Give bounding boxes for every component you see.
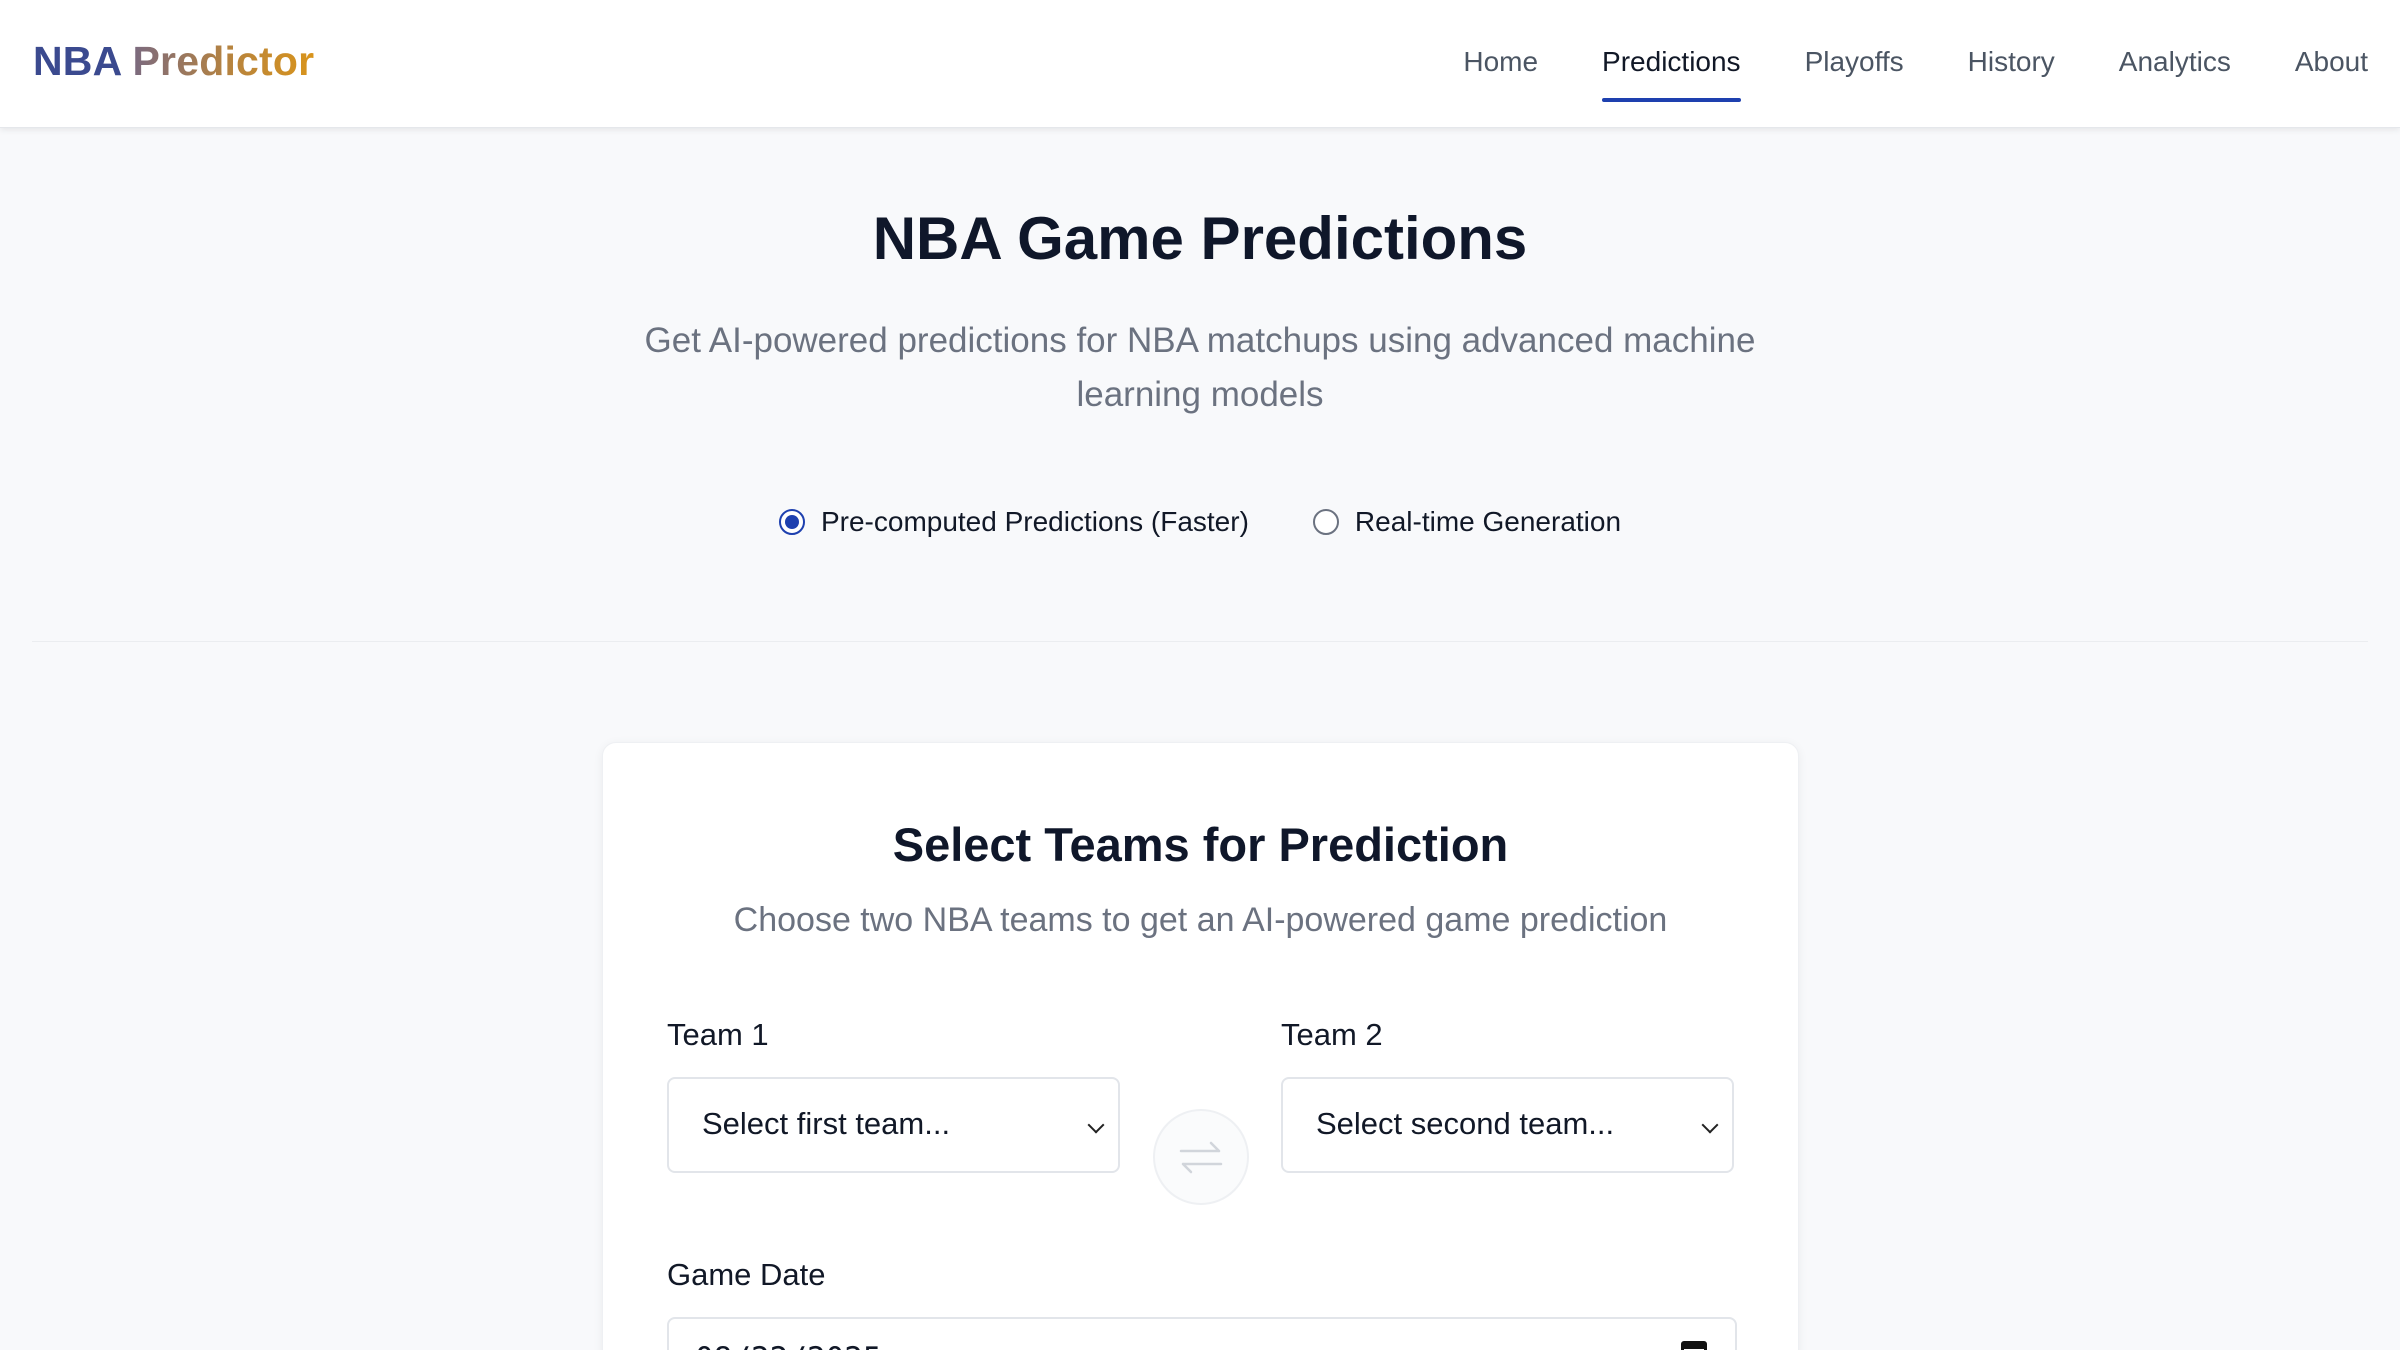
precomputed-radio-label: Pre-computed Predictions (Faster) (820, 506, 1249, 537)
realtime-radio-label: Real-time Generation (1354, 506, 1622, 537)
nav-item-about[interactable]: About (2295, 0, 2368, 128)
prediction-mode-group: Pre-computed Predictions (Faster) Real-t… (0, 506, 2400, 538)
nav-item-playoffs[interactable]: Playoffs (1805, 0, 1904, 128)
brand-logo[interactable]: NBA Predictor (33, 38, 314, 85)
swap-arrows-icon (1179, 1141, 1223, 1174)
team-selection-card: Select Teams for Prediction Choose two N… (602, 742, 1799, 1350)
brand-logo-part2: Predictor (132, 38, 315, 84)
game-date-label: Game Date (667, 1257, 826, 1292)
calendar-icon[interactable] (1681, 1341, 1707, 1350)
team2-select-value: Select second team... (1316, 1106, 1615, 1141)
precomputed-radio[interactable] (778, 509, 805, 535)
brand-logo-part1: NBA (33, 38, 121, 84)
team1-select-value: Select first team... (702, 1106, 951, 1141)
realtime-radio[interactable] (1312, 509, 1339, 535)
team1-select[interactable]: Select first team... (667, 1077, 1120, 1173)
game-date-value: 08/22/2025 (695, 1341, 882, 1350)
mode-option-realtime[interactable]: Real-time Generation (1312, 506, 1622, 538)
nav-item-analytics[interactable]: Analytics (2119, 0, 2231, 128)
team2-select[interactable]: Select second team... (1281, 1077, 1734, 1173)
game-date-input[interactable]: 08/22/2025 (667, 1317, 1737, 1350)
team2-label: Team 2 (1281, 1017, 1383, 1052)
nav-item-history[interactable]: History (1968, 0, 2055, 128)
card-title: Select Teams for Prediction (892, 818, 1509, 871)
top-navbar: NBA Predictor Home Predictions Playoffs … (0, 0, 2400, 128)
chevron-down-icon (1701, 1116, 1719, 1134)
chevron-down-icon (1087, 1116, 1105, 1134)
team1-label: Team 1 (667, 1017, 769, 1052)
swap-teams-button[interactable] (1153, 1109, 1249, 1205)
main-nav: Home Predictions Playoffs History Analyt… (1399, 0, 2368, 128)
page-subtitle: Get AI-powered predictions for NBA match… (644, 321, 1756, 414)
card-subtitle: Choose two NBA teams to get an AI-powere… (733, 901, 1668, 939)
mode-option-precomputed[interactable]: Pre-computed Predictions (Faster) (778, 506, 1249, 538)
nav-item-predictions[interactable]: Predictions (1602, 0, 1741, 128)
page-title: NBA Game Predictions (872, 205, 1528, 272)
section-divider (32, 641, 2368, 642)
nav-item-home[interactable]: Home (1463, 0, 1538, 128)
